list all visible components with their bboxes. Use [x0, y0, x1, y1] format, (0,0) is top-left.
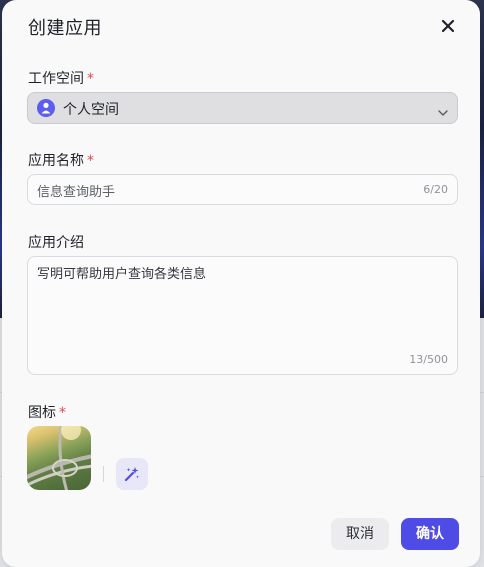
user-icon: [37, 99, 55, 117]
icon-label: 图标 *: [28, 402, 66, 422]
icon-divider: [103, 466, 104, 482]
workspace-select[interactable]: 个人空间: [27, 92, 458, 124]
app-intro-textarea[interactable]: 写明可帮助用户查询各类信息 13/500: [27, 256, 458, 375]
app-name-counter: 6/20: [423, 183, 448, 196]
close-icon[interactable]: [436, 14, 460, 38]
app-intro-label: 应用介绍: [28, 232, 84, 252]
chevron-down-icon: [437, 103, 449, 122]
required-mark: *: [87, 153, 94, 169]
app-name-label-text: 应用名称: [28, 153, 84, 169]
workspace-label: 工作空间 *: [28, 68, 94, 88]
app-intro-counter: 13/500: [409, 353, 448, 366]
create-app-dialog: 创建应用 工作空间 * 个人空间 应用名称 * 信息查询助手 6/20 应用介绍 写…: [2, 0, 480, 567]
workspace-value: 个人空间: [63, 102, 119, 118]
app-icon-image[interactable]: [27, 426, 91, 490]
required-mark: *: [59, 405, 66, 421]
cancel-button[interactable]: 取消: [331, 518, 389, 550]
app-intro-value: 写明可帮助用户查询各类信息: [37, 267, 207, 282]
app-name-value: 信息查询助手: [37, 185, 116, 200]
app-intro-label-text: 应用介绍: [28, 235, 84, 251]
app-name-input[interactable]: 信息查询助手 6/20: [27, 174, 458, 205]
sparkle-wand-icon[interactable]: [116, 458, 148, 490]
workspace-label-text: 工作空间: [28, 71, 84, 87]
required-mark: *: [87, 71, 94, 87]
icon-label-text: 图标: [28, 405, 56, 421]
confirm-button[interactable]: 确认: [401, 518, 459, 550]
dialog-title: 创建应用: [28, 18, 102, 39]
app-name-label: 应用名称 *: [28, 150, 94, 170]
